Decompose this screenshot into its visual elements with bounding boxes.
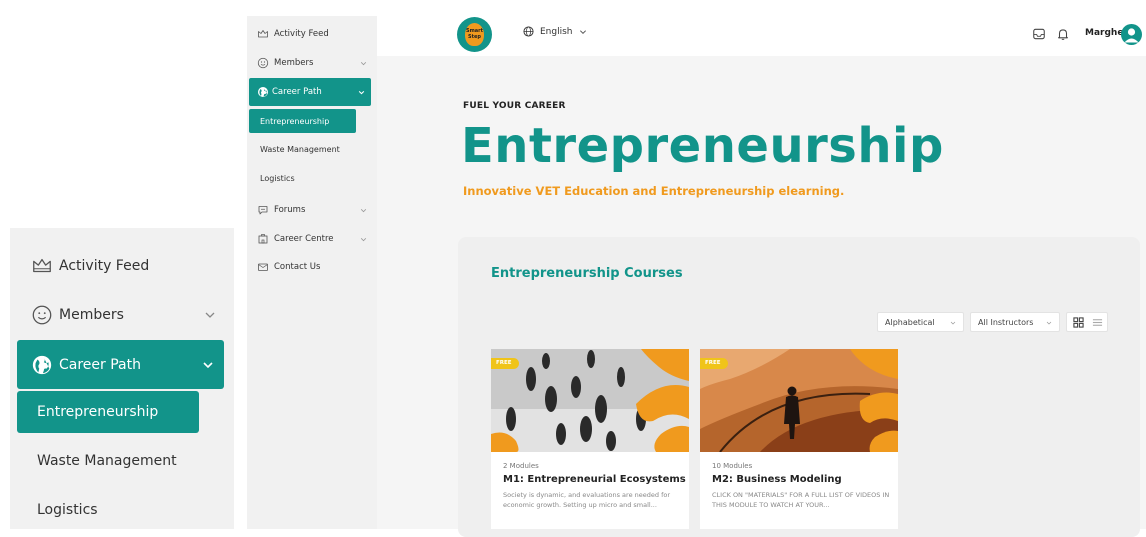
sidebar-item-forums[interactable]: Forums (247, 196, 377, 224)
course-thumbnail-image (700, 349, 898, 452)
language-label: English (540, 26, 573, 37)
zoom-sidebar-item-members[interactable]: Members (10, 290, 234, 339)
zoom-sidebar-item-career-path[interactable]: Career Path (17, 340, 224, 389)
page-kicker: FUEL YOUR CAREER (463, 101, 566, 111)
language-selector[interactable]: English (523, 26, 593, 37)
crown-icon (258, 30, 268, 38)
globe-icon (523, 26, 534, 37)
smiley-icon (32, 305, 52, 324)
chevron-down-icon[interactable] (202, 359, 214, 371)
zoom-sidebar-subitem-label: Entrepreneurship (37, 404, 159, 420)
globe-icon (258, 87, 268, 97)
sidebar-item-activity-feed[interactable]: Activity Feed (247, 20, 377, 48)
list-view-icon[interactable] (1092, 317, 1103, 328)
sidebar: Activity Feed Members Career Path Entrep… (247, 16, 377, 529)
zoom-sidebar-item-label: Career Path (59, 356, 141, 373)
instructor-select[interactable]: All Instructors (970, 312, 1060, 332)
instructor-select-value: All Instructors (978, 317, 1034, 327)
chevron-down-icon[interactable] (360, 60, 367, 67)
zoom-sidebar-item-label: Members (59, 306, 124, 323)
sidebar-item-career-centre[interactable]: Career Centre (247, 225, 377, 253)
sidebar-item-label: Career Centre (274, 234, 334, 244)
mail-icon (258, 263, 268, 271)
course-thumbnail[interactable]: FREE (700, 349, 898, 452)
chevron-down-icon[interactable] (360, 236, 367, 243)
sidebar-item-label: Forums (274, 205, 306, 215)
sidebar-subitem-entrepreneurship[interactable]: Entrepreneurship (249, 109, 356, 133)
course-title[interactable]: M1: Entrepreneurial Ecosystems (503, 474, 686, 485)
page-subtitle: Innovative VET Education and Entrepreneu… (463, 184, 845, 198)
logo-text: Smart Step (465, 28, 484, 40)
smiley-icon (257, 57, 269, 69)
bell-icon[interactable] (1056, 27, 1070, 41)
sidebar-item-label: Career Path (272, 87, 322, 97)
sidebar-subitem-label: Waste Management (260, 144, 340, 154)
chevron-down-icon (1046, 321, 1052, 325)
courses-section-title: Entrepreneurship Courses (491, 266, 683, 281)
sidebar-item-label: Members (274, 58, 314, 68)
chevron-down-icon (579, 29, 586, 34)
course-description: CLICK ON "MATERIALS" FOR A FULL LIST OF … (712, 491, 890, 509)
page-title: Entrepreneurship (461, 118, 944, 174)
zoom-sidebar-subitem-label: Waste Management (37, 453, 177, 469)
course-module-count: 10 Modules (712, 462, 753, 470)
grid-view-icon[interactable] (1073, 317, 1084, 328)
zoom-sidebar-subitem-entrepreneurship[interactable]: Entrepreneurship (17, 391, 199, 433)
free-badge: FREE (491, 358, 519, 369)
chevron-down-icon[interactable] (204, 309, 216, 321)
zoomed-sidebar: Activity Feed Members Career Path Entrep… (10, 228, 234, 529)
sidebar-subitem-waste-management[interactable]: Waste Management (249, 137, 340, 161)
building-icon (258, 234, 268, 244)
view-toggle (1066, 312, 1108, 332)
sidebar-item-label: Contact Us (274, 262, 321, 272)
sidebar-subitem-logistics[interactable]: Logistics (249, 166, 295, 190)
crown-icon (33, 258, 51, 272)
sort-select-value: Alphabetical (885, 317, 935, 327)
course-card[interactable]: FREE 10 Modules M2: Business Modeling CL… (700, 349, 898, 529)
zoom-sidebar-subitem-waste-management[interactable]: Waste Management (17, 440, 199, 482)
user-icon (1124, 28, 1139, 43)
chevron-down-icon (950, 321, 956, 325)
sidebar-subitem-label: Entrepreneurship (260, 116, 330, 126)
sidebar-subitem-label: Logistics (260, 173, 295, 183)
course-thumbnail-image (491, 349, 689, 452)
sidebar-item-career-path[interactable]: Career Path (249, 78, 371, 106)
globe-icon (32, 355, 52, 374)
site-logo[interactable]: Smart Step (457, 17, 492, 52)
zoom-sidebar-subitem-label: Logistics (37, 502, 98, 518)
course-card[interactable]: FREE 2 Modules M1: Entrepreneurial Ecosy… (491, 349, 689, 529)
zoom-sidebar-subitem-logistics[interactable]: Logistics (17, 489, 199, 529)
course-title[interactable]: M2: Business Modeling (712, 474, 842, 485)
sidebar-item-contact-us[interactable]: Contact Us (247, 253, 377, 281)
chevron-down-icon[interactable] (360, 207, 367, 214)
inbox-icon[interactable] (1032, 27, 1046, 41)
sort-select[interactable]: Alphabetical (877, 312, 964, 332)
course-description: Society is dynamic, and evaluations are … (503, 491, 671, 509)
course-module-count: 2 Modules (503, 462, 539, 470)
chat-icon (258, 206, 268, 215)
sidebar-item-label: Activity Feed (274, 29, 329, 39)
zoom-sidebar-item-activity-feed[interactable]: Activity Feed (10, 241, 234, 290)
avatar[interactable] (1121, 24, 1142, 45)
chevron-down-icon[interactable] (358, 89, 365, 96)
sidebar-item-members[interactable]: Members (247, 49, 377, 77)
free-badge: FREE (700, 358, 728, 369)
top-header: Smart Step English Marghe (377, 16, 1146, 56)
course-thumbnail[interactable]: FREE (491, 349, 689, 452)
zoom-sidebar-item-label: Activity Feed (59, 257, 150, 274)
user-name[interactable]: Marghe (1085, 28, 1123, 38)
